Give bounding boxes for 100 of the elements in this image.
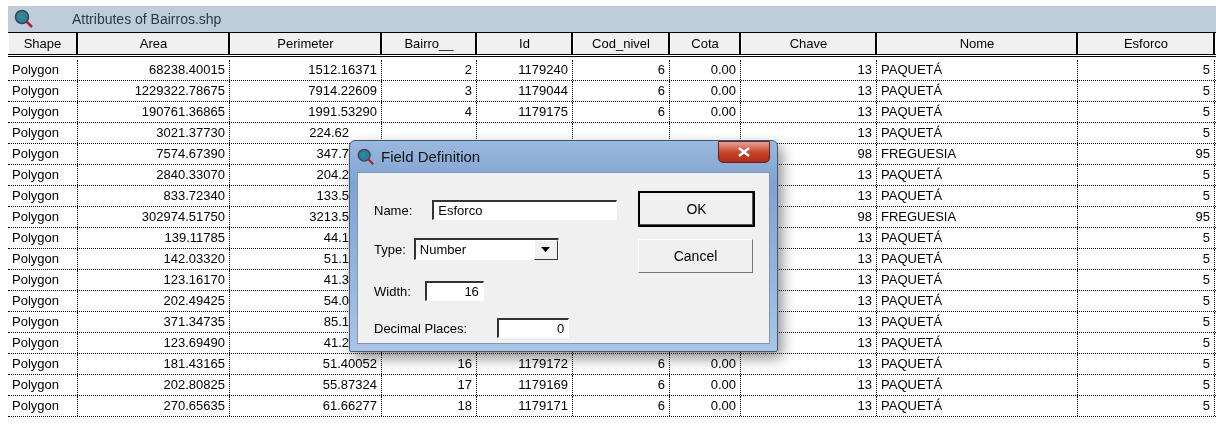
table-cell: 5	[1202, 167, 1210, 182]
table-cell: 4	[464, 104, 472, 119]
table-cell: 55.87324	[322, 377, 377, 392]
table-cell: 5	[1202, 293, 1210, 308]
table-cell: Polygon	[12, 272, 59, 287]
table-cell: PAQUETÁ	[881, 356, 943, 371]
table-cell: 5	[1202, 104, 1210, 119]
table-cell: 7914.22609	[308, 83, 377, 98]
table-cell: 18	[457, 398, 472, 413]
column-header[interactable]: Cod_nivel	[573, 33, 670, 54]
table-cell: PAQUETÁ	[881, 104, 943, 119]
column-header[interactable]: Esforco	[1078, 33, 1215, 54]
table-cell: 5	[1202, 188, 1210, 203]
table-cell: PAQUETÁ	[881, 251, 943, 266]
table-cell: Polygon	[12, 146, 59, 161]
table-cell: 7574.67390	[156, 146, 225, 161]
table-cell: 5	[1202, 83, 1210, 98]
table-cell: 5	[1202, 62, 1210, 77]
table-cell: Polygon	[12, 398, 59, 413]
table-cell: 44.1	[323, 230, 349, 245]
table-cell: Polygon	[12, 83, 59, 98]
table-cell: 371.34735	[163, 314, 225, 329]
column-header[interactable]: Perimeter	[230, 33, 382, 54]
table-cell: PAQUETÁ	[881, 167, 943, 182]
table-cell: 139.11785	[164, 230, 225, 245]
table-cell: 13	[857, 272, 872, 287]
table-cell: 1179044	[518, 83, 568, 98]
table-cell: 0.00	[710, 104, 736, 119]
type-dropdown[interactable]: Number	[413, 238, 559, 260]
name-field[interactable]: Esforco	[432, 200, 618, 220]
table-cell: 41.2	[323, 335, 349, 350]
table-cell: PAQUETÁ	[881, 188, 943, 203]
table-cell: 13	[857, 314, 872, 329]
table-cell: 0.00	[710, 398, 736, 413]
table-cell: 5	[1202, 377, 1210, 392]
table-cell: 13	[857, 293, 872, 308]
table-cell: 2	[464, 62, 472, 77]
column-header[interactable]: Nome	[877, 33, 1078, 54]
table-cell: 5	[1202, 230, 1210, 245]
table-cell: 3213.5	[309, 209, 349, 224]
table-cell: Polygon	[12, 356, 59, 371]
window-title: Attributes of Bairros.shp	[72, 11, 222, 27]
table-cell: 202.49425	[163, 293, 225, 308]
table-cell: 123.16170	[163, 272, 225, 287]
table-cell: 13	[857, 188, 872, 203]
table-cell: 5	[1202, 335, 1210, 350]
table-cell: 95	[1195, 146, 1210, 161]
table-cell: 68238.40015	[149, 62, 225, 77]
close-icon	[738, 146, 750, 157]
dialog-title: Field Definition	[381, 148, 482, 165]
cancel-button[interactable]: Cancel	[638, 239, 753, 273]
table-cell: 1179171	[518, 398, 568, 413]
table-cell: Polygon	[12, 62, 59, 77]
table-cell: 1179240	[518, 62, 568, 77]
dropdown-arrow-icon	[541, 247, 551, 252]
ok-button[interactable]: OK	[638, 191, 755, 227]
column-header[interactable]: Cota	[670, 33, 741, 54]
table-cell: Polygon	[12, 104, 59, 119]
table-cell: 5	[1202, 125, 1210, 140]
table-cell: 13	[857, 251, 872, 266]
column-header[interactable]: Id	[477, 33, 573, 54]
table-cell: 16	[457, 356, 472, 371]
table-cell: 181.43165	[163, 356, 225, 371]
table-cell: 51.40052	[322, 356, 377, 371]
number-field[interactable]: 16	[424, 281, 484, 301]
table-cell: PAQUETÁ	[881, 125, 943, 140]
close-button[interactable]	[718, 140, 770, 163]
table-cell: 5	[1202, 251, 1210, 266]
table-cell: 833.72340	[163, 188, 225, 203]
table-cell: 133.5	[316, 188, 349, 203]
table-cell: 202.80825	[163, 377, 225, 392]
field-label: Width:	[374, 283, 411, 299]
table-cell: 13	[857, 356, 872, 371]
table-cell: 142.03320	[163, 251, 225, 266]
table-cell: 98	[857, 146, 872, 161]
table-cell: 13	[857, 377, 872, 392]
globe-magnifier-icon	[14, 9, 34, 29]
column-header[interactable]: Chave	[741, 33, 877, 54]
table-cell: 3	[464, 83, 472, 98]
table-cell: Polygon	[12, 293, 59, 308]
table-cell: PAQUETÁ	[881, 293, 943, 308]
table-cell: FREGUESIA	[881, 209, 957, 224]
column-header[interactable]: Area	[78, 33, 230, 54]
table-cell: 13	[857, 62, 872, 77]
table-cell: 224.62	[309, 125, 349, 140]
table-cell: 85.1	[323, 314, 349, 329]
table-cell: 51.1	[323, 251, 349, 266]
number-field[interactable]: 0	[497, 318, 570, 338]
table-cell: FREGUESIA	[881, 146, 957, 161]
table-cell: 13	[857, 83, 872, 98]
table-cell: 270.65635	[163, 398, 225, 413]
table-cell: 0.00	[710, 62, 736, 77]
table-cell: 98	[857, 209, 872, 224]
column-header[interactable]: Bairro__	[382, 33, 477, 54]
column-header[interactable]: Shape	[8, 33, 78, 54]
table-cell: 6	[657, 398, 665, 413]
table-cell: 3021.37730	[156, 125, 225, 140]
table-cell: 13	[857, 335, 872, 350]
table-cell: 61.66277	[322, 398, 377, 413]
table-cell: 13	[857, 104, 872, 119]
